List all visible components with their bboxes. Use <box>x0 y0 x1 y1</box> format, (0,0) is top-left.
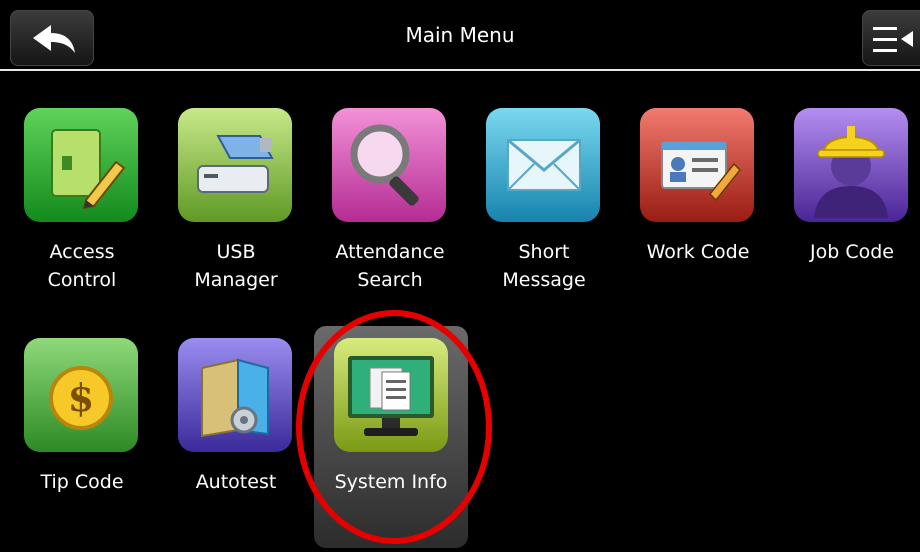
hard-hat-worker-icon <box>794 108 908 222</box>
id-card-icon <box>640 108 754 222</box>
dollar-coin-icon: $ <box>24 338 138 452</box>
header-divider <box>0 69 920 71</box>
usb-drive-icon <box>178 108 292 222</box>
tile-label: Attendance Search <box>335 241 445 291</box>
tile-work-code[interactable]: Work Code <box>632 108 764 298</box>
svg-text:$: $ <box>68 375 94 420</box>
back-button[interactable] <box>10 10 94 66</box>
tile-system-info[interactable]: System Info <box>314 326 468 548</box>
tile-autotest[interactable]: Autotest <box>170 338 302 528</box>
page-title: Main Menu <box>405 23 515 47</box>
tile-access-control[interactable]: Access Control <box>16 108 148 298</box>
back-arrow-icon <box>33 25 75 53</box>
menu-options-icon <box>873 27 913 52</box>
tile-label: Short Message <box>502 241 586 291</box>
tile-label: Autotest <box>195 471 277 493</box>
autotest-folder-icon <box>178 338 292 452</box>
tile-label: Access Control <box>47 241 117 291</box>
monitor-document-icon <box>334 338 448 452</box>
header-bar: Main Menu <box>0 0 920 71</box>
access-control-icon <box>24 108 138 222</box>
magnifier-icon <box>332 108 446 222</box>
tile-attendance-search[interactable]: Attendance Search <box>324 108 456 298</box>
main-menu-screen: Main Menu Access Control USB Manager Att… <box>0 0 920 552</box>
tile-label: Tip Code <box>40 471 124 493</box>
menu-options-button[interactable] <box>862 10 920 66</box>
tile-short-message[interactable]: Short Message <box>478 108 610 298</box>
tile-usb-manager[interactable]: USB Manager <box>170 108 302 298</box>
tile-tip-code[interactable]: $ Tip Code <box>16 338 148 528</box>
envelope-icon <box>486 108 600 222</box>
tile-label: Work Code <box>646 241 750 263</box>
tile-label: System Info <box>334 471 448 493</box>
tile-label: USB Manager <box>194 241 278 291</box>
tile-job-code[interactable]: Job Code <box>786 108 918 298</box>
tile-label: Job Code <box>810 241 894 263</box>
